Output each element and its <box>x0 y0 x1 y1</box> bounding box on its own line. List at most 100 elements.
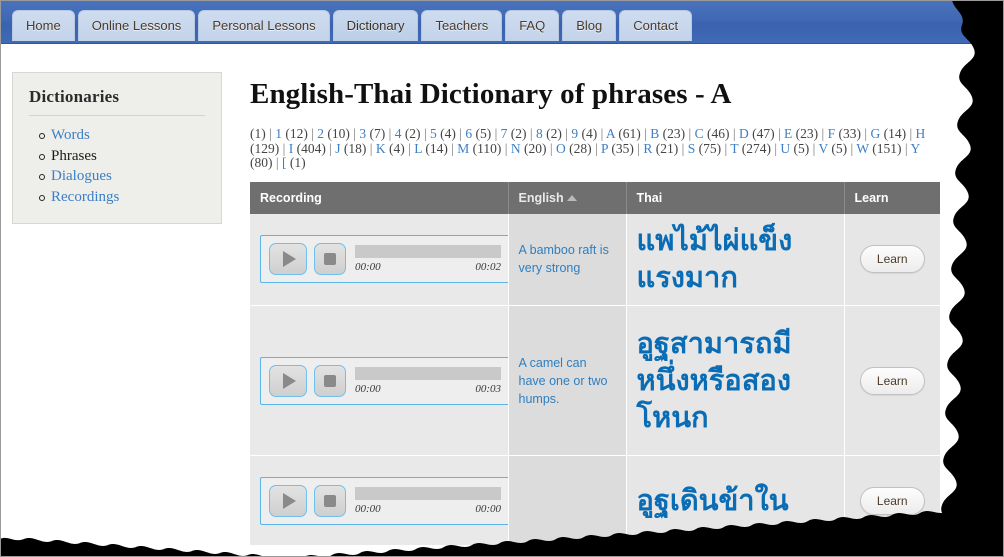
audio-player[interactable]: 00:00 00:00 <box>260 476 510 525</box>
stop-button[interactable] <box>314 243 346 276</box>
cell-thai: อูฐเดินข้าใน <box>626 455 845 546</box>
alpha-separator: | <box>818 126 828 141</box>
progress-bar[interactable] <box>355 486 501 500</box>
nav-tab-blog[interactable]: Blog <box>562 10 617 41</box>
learn-button[interactable]: Learn <box>859 366 925 395</box>
column-header-thai[interactable]: Thai <box>626 181 845 214</box>
page-root: Home Online Lessons Personal Lessons Dic… <box>0 0 1004 557</box>
alpha-count: (5) <box>793 140 810 156</box>
alpha-separator: | <box>307 126 318 141</box>
alpha-count: (46) <box>707 126 730 141</box>
alpha-link-N[interactable]: N <box>511 141 521 156</box>
column-header-recording[interactable]: Recording <box>250 181 509 214</box>
nav-tab-faq[interactable]: FAQ <box>505 10 560 41</box>
stop-icon <box>324 494 336 507</box>
alpha-link-V[interactable]: V <box>819 141 829 156</box>
progress-bar[interactable] <box>355 366 501 380</box>
audio-player[interactable]: 00:00 00:02 <box>260 235 510 284</box>
alpha-separator: | <box>366 140 376 156</box>
thai-phrase: แพไม้ไผ่แข็งแรงมาก <box>636 223 793 295</box>
english-phrase[interactable]: A bamboo raft is very strong <box>519 243 609 275</box>
time-current: 00:00 <box>355 502 381 515</box>
alpha-link-S[interactable]: S <box>688 141 696 156</box>
alpha-link-4[interactable]: 4 <box>395 126 402 141</box>
alpha-separator: | <box>809 140 819 156</box>
alpha-link-5[interactable]: 5 <box>430 126 437 141</box>
alpha-link-T[interactable]: T <box>730 141 738 156</box>
alpha-separator: | <box>591 140 602 156</box>
alpha-link-A[interactable]: A <box>606 126 615 141</box>
time-current: 00:00 <box>355 261 381 274</box>
cell-english <box>508 455 627 546</box>
alpha-link-I[interactable]: I <box>289 141 294 156</box>
main-nav-tabs: Home Online Lessons Personal Lessons Dic… <box>12 10 693 41</box>
table-row: 00:00 00:02 A bamboo raft is very strong… <box>250 213 940 306</box>
page-title: English-Thai Dictionary of phrases - A <box>250 78 732 110</box>
alpha-link-L[interactable]: L <box>414 141 422 156</box>
play-icon <box>283 372 296 389</box>
alpha-link-W[interactable]: W <box>856 141 869 156</box>
alpha-separator: | <box>640 126 651 141</box>
progress-bar[interactable] <box>355 245 501 259</box>
alpha-link-7[interactable]: 7 <box>501 126 508 141</box>
column-header-english[interactable]: English <box>508 181 627 214</box>
nav-tab-personal-lessons[interactable]: Personal Lessons <box>198 10 330 41</box>
stop-button[interactable] <box>314 364 346 397</box>
english-phrase[interactable]: A camel can have one or two humps. <box>519 356 608 406</box>
play-button[interactable] <box>269 243 307 276</box>
learn-button[interactable]: Learn <box>859 486 925 515</box>
play-button[interactable] <box>269 364 307 397</box>
nav-tab-online-lessons[interactable]: Online Lessons <box>77 10 196 41</box>
alpha-count: (47) <box>752 126 775 141</box>
stop-button[interactable] <box>314 484 346 517</box>
alpha-count: (14) <box>883 126 907 141</box>
alpha-link-U[interactable]: U <box>780 141 790 156</box>
play-button[interactable] <box>269 484 307 517</box>
cell-recording: 00:00 00:02 <box>250 213 510 306</box>
sidebar-item-recordings[interactable]: Recordings <box>39 187 205 208</box>
alpha-link-F[interactable]: F <box>828 126 836 141</box>
alpha-separator: | <box>501 140 511 156</box>
alpha-separator: | <box>678 140 688 156</box>
audio-player[interactable]: 00:00 00:03 <box>260 356 510 405</box>
alpha-link-1[interactable]: 1 <box>275 126 282 141</box>
alpha-count: (4) <box>440 126 456 141</box>
alpha-link-G[interactable]: G <box>870 126 880 141</box>
nav-tab-teachers[interactable]: Teachers <box>421 10 503 41</box>
nav-tab-dictionary[interactable]: Dictionary <box>332 10 419 41</box>
alpha-link-E[interactable]: E <box>784 126 792 141</box>
sidebar-item-dialogues[interactable]: Dialogues <box>39 166 205 187</box>
alpha-link-C[interactable]: C <box>695 126 704 141</box>
nav-tab-home[interactable]: Home <box>12 10 75 41</box>
alpha-link-P[interactable]: P <box>601 141 608 156</box>
alpha-link-9[interactable]: 9 <box>571 126 578 141</box>
alpha-count: (5) <box>831 140 848 156</box>
alpha-count: (2) <box>546 126 562 141</box>
column-header-learn[interactable]: Learn <box>844 181 940 214</box>
alpha-link-2[interactable]: 2 <box>317 126 324 141</box>
alpha-link-M[interactable]: M <box>457 141 469 156</box>
alpha-link-3[interactable]: 3 <box>359 126 366 141</box>
alpha-link-O[interactable]: O <box>556 141 566 156</box>
alpha-separator: | <box>847 140 857 156</box>
alpha-link-Y[interactable]: Y <box>910 141 919 156</box>
alpha-separator: | <box>325 140 336 156</box>
alpha-link-R[interactable]: R <box>643 141 652 156</box>
nav-tab-contact[interactable]: Contact <box>619 10 693 41</box>
alpha-separator: | <box>685 126 695 141</box>
sidebar-item-words[interactable]: Words <box>39 125 205 146</box>
alpha-link-J[interactable]: J <box>335 141 340 156</box>
alpha-link-[[interactable]: [ <box>282 155 287 170</box>
alpha-link-H[interactable]: H <box>916 126 926 141</box>
learn-button[interactable]: Learn <box>859 245 925 274</box>
alpha-link-6[interactable]: 6 <box>465 126 472 141</box>
alpha-count: (12) <box>285 126 308 141</box>
alpha-count: (110) <box>472 140 502 156</box>
sidebar-list: Words Phrases Dialogues Recordings <box>29 125 205 207</box>
alpha-count: (75) <box>698 140 722 156</box>
alpha-link-B[interactable]: B <box>650 126 659 141</box>
alpha-separator: | <box>349 126 360 141</box>
alpha-link-D[interactable]: D <box>739 126 749 141</box>
alpha-link-8[interactable]: 8 <box>536 126 543 141</box>
alpha-link-K[interactable]: K <box>376 141 386 156</box>
